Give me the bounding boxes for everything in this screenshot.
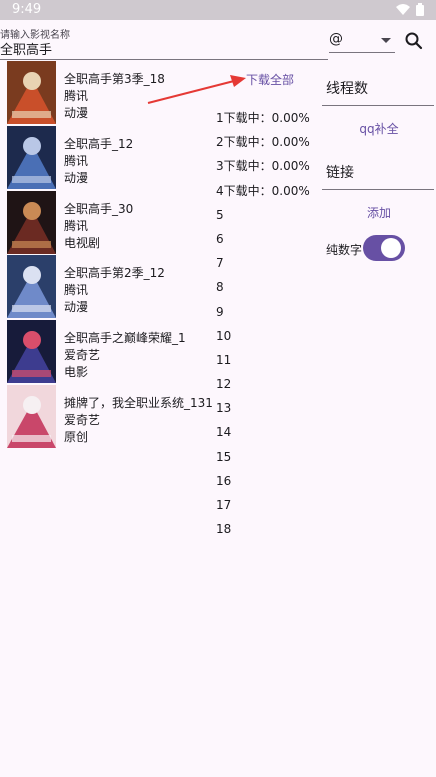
result-item[interactable]: 全职高手第2季_12 腾讯动漫 xyxy=(0,254,216,319)
episode-row[interactable]: 2下载中：0.00% xyxy=(216,130,322,154)
episode-row[interactable]: 12 xyxy=(216,372,322,396)
numeric-only-toggle[interactable] xyxy=(363,235,405,261)
episode-row[interactable]: 7 xyxy=(216,251,322,275)
result-platform: 腾讯 xyxy=(64,283,89,298)
episode-row[interactable]: 4下载中：0.00% xyxy=(216,179,322,203)
episode-row[interactable]: 13 xyxy=(216,396,322,420)
result-platform: 爱奇艺 xyxy=(64,348,101,363)
result-platform: 腾讯 xyxy=(64,153,89,168)
episode-row[interactable]: 1下载中：0.00% xyxy=(216,106,322,130)
result-item[interactable]: 全职高手之巅峰荣耀_1 爱奇艺电影 xyxy=(0,319,216,384)
result-title: 全职高手_12 xyxy=(64,136,134,151)
search-results-list: 全职高手第3季_18 腾讯 动漫 全职高手_12 腾讯 动漫 全职高手_30 腾讯 电视剧 全职高… xyxy=(0,60,216,449)
result-platform: 腾讯 xyxy=(64,89,89,103)
toggle-knob xyxy=(381,238,401,258)
result-item[interactable]: 全职高手_30 腾讯电视剧 xyxy=(0,190,216,255)
result-platform: 腾讯 xyxy=(64,218,89,233)
link-underline xyxy=(322,189,434,190)
search-icon[interactable] xyxy=(404,31,424,51)
status-time: 9:49 xyxy=(12,2,42,17)
poster-image xyxy=(7,255,56,319)
result-title: 全职高手之巅峰荣耀_1 xyxy=(64,331,186,346)
poster-image xyxy=(7,190,56,254)
result-type: 电视剧 xyxy=(64,235,101,250)
result-type: 电影 xyxy=(64,365,89,380)
episode-row[interactable]: 6 xyxy=(216,227,322,251)
battery-icon xyxy=(416,3,424,16)
episode-row[interactable]: 15 xyxy=(216,445,322,469)
episode-row[interactable]: 17 xyxy=(216,493,322,517)
result-type: 动漫 xyxy=(64,106,89,120)
source-select-value: @ xyxy=(329,31,343,47)
result-item[interactable]: 全职高手_12 腾讯动漫 xyxy=(0,125,216,190)
annotation-arrow-icon xyxy=(147,75,246,104)
episode-row[interactable]: 5 xyxy=(216,203,322,227)
result-item[interactable]: 摊牌了，我全职业系统_131 爱奇艺原创 xyxy=(0,384,216,449)
result-type: 动漫 xyxy=(64,170,89,185)
wifi-icon xyxy=(396,3,410,15)
status-icons xyxy=(396,3,424,16)
poster-image xyxy=(7,61,56,124)
poster-image xyxy=(7,125,56,189)
episode-row[interactable]: 10 xyxy=(216,324,322,348)
episode-row[interactable]: 11 xyxy=(216,348,322,372)
result-type: 原创 xyxy=(64,429,89,444)
episode-row[interactable]: 14 xyxy=(216,420,322,444)
result-title: 摊牌了，我全职业系统_131 xyxy=(64,395,213,410)
link-field[interactable]: 链接 xyxy=(326,162,354,182)
thread-count-field[interactable]: 线程数 xyxy=(326,78,368,98)
add-button[interactable]: 添加 xyxy=(322,200,436,226)
result-type: 动漫 xyxy=(64,300,89,315)
episode-row[interactable]: 18 xyxy=(216,517,322,541)
thread-count-underline xyxy=(322,105,434,106)
episode-row[interactable]: 3下载中：0.00% xyxy=(216,154,322,178)
status-bar: 9:49 xyxy=(0,0,436,20)
result-title: 全职高手_30 xyxy=(64,201,134,216)
numeric-only-label: 纯数字 xyxy=(326,243,363,257)
search-field[interactable]: 请输入影视名称 xyxy=(0,24,328,60)
episode-list: 1下载中：0.00% 2下载中：0.00% 3下载中：0.00% 4下载中：0.00%… xyxy=(216,106,322,541)
source-select[interactable]: @ xyxy=(329,29,395,53)
poster-image xyxy=(7,384,56,448)
episode-row[interactable]: 8 xyxy=(216,275,322,299)
poster-image xyxy=(7,320,56,384)
result-platform: 爱奇艺 xyxy=(64,412,101,427)
search-input[interactable] xyxy=(0,38,328,58)
result-title: 全职高手第2季_12 xyxy=(64,266,165,281)
episode-row[interactable]: 16 xyxy=(216,469,322,493)
qq-complete-button[interactable]: qq补全 xyxy=(322,116,436,142)
dropdown-arrow-icon xyxy=(381,38,391,43)
episode-row[interactable]: 9 xyxy=(216,300,322,324)
